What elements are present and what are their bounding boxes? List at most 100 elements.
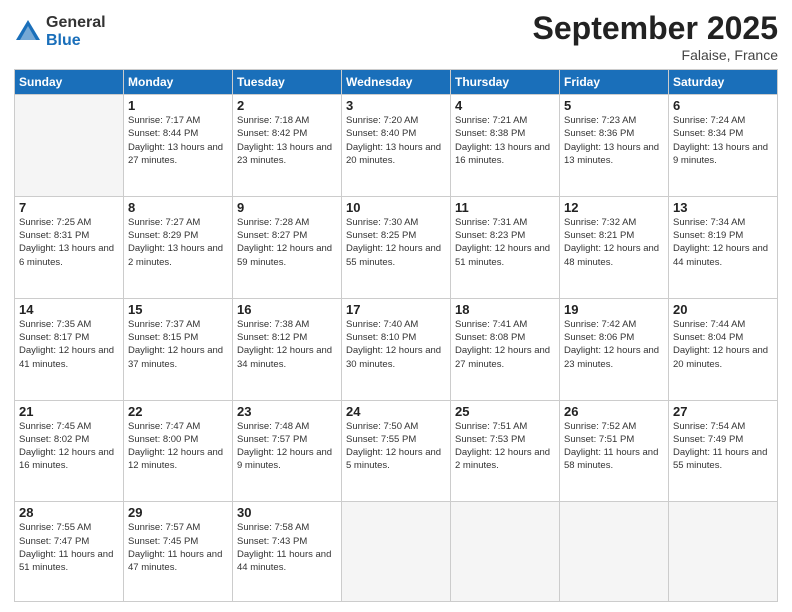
table-row: 14Sunrise: 7:35 AM Sunset: 8:17 PM Dayli… — [15, 298, 124, 400]
table-row: 22Sunrise: 7:47 AM Sunset: 8:00 PM Dayli… — [124, 400, 233, 502]
table-row: 29Sunrise: 7:57 AM Sunset: 7:45 PM Dayli… — [124, 502, 233, 602]
day-number: 20 — [673, 302, 773, 317]
table-row: 20Sunrise: 7:44 AM Sunset: 8:04 PM Dayli… — [669, 298, 778, 400]
table-row: 3Sunrise: 7:20 AM Sunset: 8:40 PM Daylig… — [342, 95, 451, 197]
header: General Blue September 2025 Falaise, Fra… — [14, 10, 778, 63]
table-row — [451, 502, 560, 602]
day-number: 9 — [237, 200, 337, 215]
table-row — [342, 502, 451, 602]
logo: General Blue — [14, 14, 106, 49]
day-info: Sunrise: 7:42 AM Sunset: 8:06 PM Dayligh… — [564, 318, 664, 371]
day-number: 7 — [19, 200, 119, 215]
day-number: 15 — [128, 302, 228, 317]
day-number: 11 — [455, 200, 555, 215]
day-info: Sunrise: 7:17 AM Sunset: 8:44 PM Dayligh… — [128, 114, 228, 167]
day-number: 4 — [455, 98, 555, 113]
day-info: Sunrise: 7:24 AM Sunset: 8:34 PM Dayligh… — [673, 114, 773, 167]
th-tuesday: Tuesday — [233, 70, 342, 95]
day-info: Sunrise: 7:18 AM Sunset: 8:42 PM Dayligh… — [237, 114, 337, 167]
th-thursday: Thursday — [451, 70, 560, 95]
table-row: 30Sunrise: 7:58 AM Sunset: 7:43 PM Dayli… — [233, 502, 342, 602]
logo-icon — [14, 18, 42, 46]
day-number: 26 — [564, 404, 664, 419]
table-row: 1Sunrise: 7:17 AM Sunset: 8:44 PM Daylig… — [124, 95, 233, 197]
day-info: Sunrise: 7:52 AM Sunset: 7:51 PM Dayligh… — [564, 420, 664, 473]
day-info: Sunrise: 7:20 AM Sunset: 8:40 PM Dayligh… — [346, 114, 446, 167]
day-number: 5 — [564, 98, 664, 113]
day-info: Sunrise: 7:21 AM Sunset: 8:38 PM Dayligh… — [455, 114, 555, 167]
table-row: 7Sunrise: 7:25 AM Sunset: 8:31 PM Daylig… — [15, 196, 124, 298]
day-info: Sunrise: 7:37 AM Sunset: 8:15 PM Dayligh… — [128, 318, 228, 371]
day-info: Sunrise: 7:47 AM Sunset: 8:00 PM Dayligh… — [128, 420, 228, 473]
day-number: 2 — [237, 98, 337, 113]
day-number: 23 — [237, 404, 337, 419]
table-row: 27Sunrise: 7:54 AM Sunset: 7:49 PM Dayli… — [669, 400, 778, 502]
day-info: Sunrise: 7:48 AM Sunset: 7:57 PM Dayligh… — [237, 420, 337, 473]
table-row — [669, 502, 778, 602]
day-number: 17 — [346, 302, 446, 317]
day-number: 19 — [564, 302, 664, 317]
day-number: 8 — [128, 200, 228, 215]
day-number: 1 — [128, 98, 228, 113]
day-info: Sunrise: 7:27 AM Sunset: 8:29 PM Dayligh… — [128, 216, 228, 269]
table-row: 28Sunrise: 7:55 AM Sunset: 7:47 PM Dayli… — [15, 502, 124, 602]
day-number: 24 — [346, 404, 446, 419]
day-info: Sunrise: 7:57 AM Sunset: 7:45 PM Dayligh… — [128, 521, 228, 574]
day-number: 22 — [128, 404, 228, 419]
day-info: Sunrise: 7:34 AM Sunset: 8:19 PM Dayligh… — [673, 216, 773, 269]
day-info: Sunrise: 7:44 AM Sunset: 8:04 PM Dayligh… — [673, 318, 773, 371]
day-info: Sunrise: 7:40 AM Sunset: 8:10 PM Dayligh… — [346, 318, 446, 371]
header-row: Sunday Monday Tuesday Wednesday Thursday… — [15, 70, 778, 95]
day-info: Sunrise: 7:41 AM Sunset: 8:08 PM Dayligh… — [455, 318, 555, 371]
table-row: 11Sunrise: 7:31 AM Sunset: 8:23 PM Dayli… — [451, 196, 560, 298]
day-number: 18 — [455, 302, 555, 317]
day-info: Sunrise: 7:28 AM Sunset: 8:27 PM Dayligh… — [237, 216, 337, 269]
day-info: Sunrise: 7:23 AM Sunset: 8:36 PM Dayligh… — [564, 114, 664, 167]
day-info: Sunrise: 7:30 AM Sunset: 8:25 PM Dayligh… — [346, 216, 446, 269]
table-row: 17Sunrise: 7:40 AM Sunset: 8:10 PM Dayli… — [342, 298, 451, 400]
table-row: 24Sunrise: 7:50 AM Sunset: 7:55 PM Dayli… — [342, 400, 451, 502]
table-row: 4Sunrise: 7:21 AM Sunset: 8:38 PM Daylig… — [451, 95, 560, 197]
table-row: 13Sunrise: 7:34 AM Sunset: 8:19 PM Dayli… — [669, 196, 778, 298]
table-row: 8Sunrise: 7:27 AM Sunset: 8:29 PM Daylig… — [124, 196, 233, 298]
day-number: 27 — [673, 404, 773, 419]
day-number: 16 — [237, 302, 337, 317]
day-info: Sunrise: 7:54 AM Sunset: 7:49 PM Dayligh… — [673, 420, 773, 473]
table-row: 18Sunrise: 7:41 AM Sunset: 8:08 PM Dayli… — [451, 298, 560, 400]
th-saturday: Saturday — [669, 70, 778, 95]
table-row: 10Sunrise: 7:30 AM Sunset: 8:25 PM Dayli… — [342, 196, 451, 298]
logo-general-text: General — [46, 14, 106, 32]
day-info: Sunrise: 7:38 AM Sunset: 8:12 PM Dayligh… — [237, 318, 337, 371]
day-info: Sunrise: 7:31 AM Sunset: 8:23 PM Dayligh… — [455, 216, 555, 269]
table-row: 5Sunrise: 7:23 AM Sunset: 8:36 PM Daylig… — [560, 95, 669, 197]
title-block: September 2025 Falaise, France — [533, 10, 778, 63]
day-number: 21 — [19, 404, 119, 419]
th-wednesday: Wednesday — [342, 70, 451, 95]
calendar-table: Sunday Monday Tuesday Wednesday Thursday… — [14, 69, 778, 602]
day-info: Sunrise: 7:45 AM Sunset: 8:02 PM Dayligh… — [19, 420, 119, 473]
location: Falaise, France — [533, 47, 778, 63]
day-info: Sunrise: 7:55 AM Sunset: 7:47 PM Dayligh… — [19, 521, 119, 574]
calendar-container: General Blue September 2025 Falaise, Fra… — [0, 0, 792, 612]
table-row: 23Sunrise: 7:48 AM Sunset: 7:57 PM Dayli… — [233, 400, 342, 502]
day-number: 29 — [128, 505, 228, 520]
day-number: 10 — [346, 200, 446, 215]
table-row: 15Sunrise: 7:37 AM Sunset: 8:15 PM Dayli… — [124, 298, 233, 400]
table-row: 25Sunrise: 7:51 AM Sunset: 7:53 PM Dayli… — [451, 400, 560, 502]
day-info: Sunrise: 7:58 AM Sunset: 7:43 PM Dayligh… — [237, 521, 337, 574]
th-monday: Monday — [124, 70, 233, 95]
table-row — [15, 95, 124, 197]
day-number: 25 — [455, 404, 555, 419]
day-info: Sunrise: 7:35 AM Sunset: 8:17 PM Dayligh… — [19, 318, 119, 371]
day-number: 28 — [19, 505, 119, 520]
th-friday: Friday — [560, 70, 669, 95]
day-info: Sunrise: 7:25 AM Sunset: 8:31 PM Dayligh… — [19, 216, 119, 269]
table-row: 12Sunrise: 7:32 AM Sunset: 8:21 PM Dayli… — [560, 196, 669, 298]
day-info: Sunrise: 7:32 AM Sunset: 8:21 PM Dayligh… — [564, 216, 664, 269]
day-number: 14 — [19, 302, 119, 317]
logo-text: General Blue — [46, 14, 106, 49]
table-row: 16Sunrise: 7:38 AM Sunset: 8:12 PM Dayli… — [233, 298, 342, 400]
day-info: Sunrise: 7:51 AM Sunset: 7:53 PM Dayligh… — [455, 420, 555, 473]
day-info: Sunrise: 7:50 AM Sunset: 7:55 PM Dayligh… — [346, 420, 446, 473]
month-title: September 2025 — [533, 10, 778, 47]
